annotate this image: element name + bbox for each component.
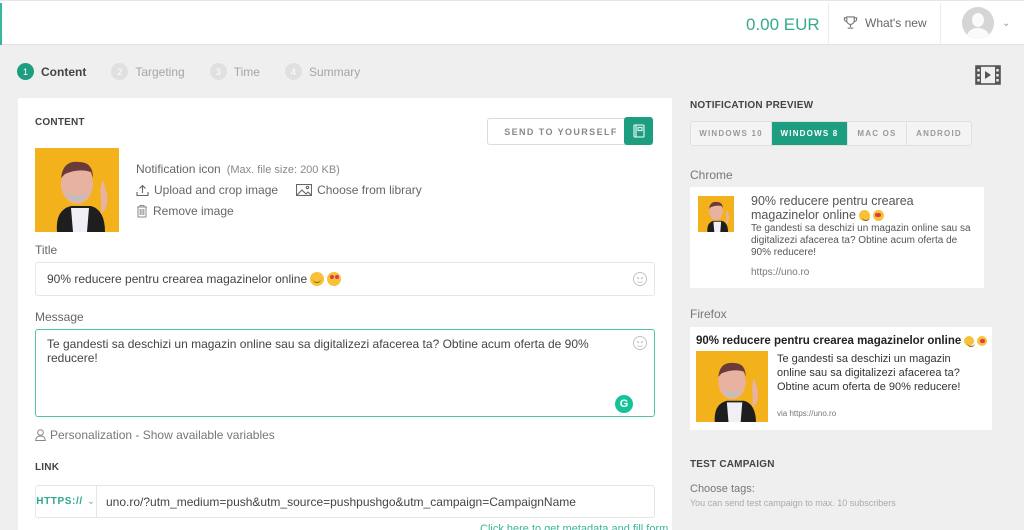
personalization-link[interactable]: Personalization - Show available variabl… [35, 428, 275, 442]
emoji-picker-icon[interactable] [633, 336, 647, 350]
tab-windows-8[interactable]: WINDOWS 8 [772, 122, 848, 145]
preview-title: 90% reducere pentru crearea magazinelor … [696, 335, 988, 347]
tab-windows-10[interactable]: WINDOWS 10 [691, 122, 772, 145]
step-label: Summary [308, 64, 361, 79]
library-label: Choose from library [317, 183, 422, 197]
heart-eyes-emoji [327, 272, 342, 286]
user-icon [35, 429, 46, 441]
smile-emoji [310, 272, 325, 286]
message-label: Message [35, 310, 84, 324]
tab-android[interactable]: ANDROID [907, 122, 971, 145]
video-tutorial-icon[interactable] [975, 65, 1001, 85]
whats-new-button[interactable]: What's new [843, 15, 927, 30]
test-campaign-heading: TEST CAMPAIGN [690, 459, 775, 470]
test-campaign-note: You can send test campaign to max. 10 su… [690, 498, 896, 508]
preview-icon-image [696, 351, 768, 422]
title-input[interactable]: 90% reducere pentru crearea magazinelor … [35, 262, 655, 296]
templates-button[interactable] [624, 117, 653, 145]
top-bar: 0.00 EUR What's new ⌄ [0, 0, 1024, 45]
chrome-label: Chrome [690, 168, 733, 182]
os-tabs: WINDOWS 10 WINDOWS 8 MAC OS ANDROID [690, 121, 972, 146]
protocol-select[interactable]: HTTPS:// ⌄ [36, 486, 97, 517]
icon-label: Notification icon [136, 162, 221, 176]
step-number: 3 [209, 63, 227, 80]
preview-title: 90% reducere pentru crearea magazinelor … [751, 194, 914, 222]
whats-new-label: What's new [865, 15, 927, 30]
preview-url: https://uno.ro [751, 267, 810, 278]
chrome-notification-preview: 90% reducere pentru crearea magazinelor … [690, 187, 984, 288]
message-textarea[interactable]: Te gandesti sa deschizi un magazin onlin… [35, 329, 655, 417]
step-number: 1 [17, 63, 34, 80]
title-label: Title [35, 243, 58, 257]
get-metadata-link[interactable]: Click here to get metadata and fill form [480, 523, 668, 530]
personalization-label: Personalization - Show available variabl… [50, 428, 275, 442]
account-balance: 0.00 EUR [746, 15, 820, 34]
step-label: Time [233, 64, 260, 79]
chevron-down-icon: ⌄ [86, 496, 96, 507]
step-targeting[interactable]: 2 Targeting [111, 63, 185, 80]
send-to-yourself-button[interactable]: SEND TO YOURSELF [487, 118, 635, 145]
url-input[interactable]: uno.ro/?utm_medium=push&utm_source=pushp… [97, 486, 654, 517]
wizard-steps: 1 Content 2 Targeting 3 Time 4 Summary [17, 63, 385, 80]
step-label: Content [41, 64, 87, 79]
step-number: 2 [111, 63, 129, 80]
link-field: HTTPS:// ⌄ uno.ro/?utm_medium=push&utm_s… [35, 485, 655, 518]
firefox-notification-preview: 90% reducere pentru crearea magazinelor … [690, 327, 992, 430]
user-menu[interactable]: ⌄ [962, 7, 1010, 39]
divider [828, 3, 829, 45]
accent-edge [0, 3, 2, 45]
tab-mac-os[interactable]: MAC OS [848, 122, 907, 145]
upload-crop-button[interactable]: Upload and crop image [136, 183, 278, 197]
link-heading: LINK [35, 462, 60, 473]
trash-icon [137, 205, 147, 218]
section-heading: CONTENT [35, 117, 85, 128]
message-value: Te gandesti sa deschizi un magazin onlin… [47, 337, 589, 365]
remove-image-button[interactable]: Remove image [136, 204, 234, 218]
choose-tags-label: Choose tags: [690, 483, 755, 495]
title-value: 90% reducere pentru crearea magazinelor … [47, 272, 308, 286]
preview-icon-image [698, 196, 734, 232]
protocol-value: HTTPS:// [36, 496, 83, 507]
upload-icon [136, 184, 149, 196]
icon-info: Notification icon (Max. file size: 200 KB… [136, 162, 340, 176]
step-number: 4 [284, 63, 302, 80]
emoji-picker-icon[interactable] [633, 272, 647, 286]
remove-label: Remove image [153, 204, 234, 218]
step-time[interactable]: 3 Time [209, 63, 260, 80]
image-library-icon [296, 184, 313, 196]
preview-heading: NOTIFICATION PREVIEW [690, 100, 814, 111]
grammarly-icon[interactable]: G [615, 395, 633, 413]
preview-message: Te gandesti sa deschizi un magazin onlin… [751, 223, 971, 258]
avatar [962, 7, 994, 39]
step-content[interactable]: 1 Content [17, 63, 86, 80]
divider [940, 3, 941, 45]
upload-label: Upload and crop image [154, 183, 279, 197]
choose-library-button[interactable]: Choose from library [296, 183, 422, 197]
step-label: Targeting [135, 64, 185, 79]
preview-url: via https://uno.ro [777, 409, 837, 418]
step-summary[interactable]: 4 Summary [284, 63, 361, 80]
content-card: CONTENT SEND TO YOURSELF Notification ic… [18, 98, 672, 530]
trophy-icon [843, 16, 858, 29]
chevron-down-icon: ⌄ [1002, 17, 1011, 29]
firefox-label: Firefox [690, 307, 727, 321]
preview-message: Te gandesti sa deschizi un magazin onlin… [777, 353, 961, 393]
book-icon [632, 124, 645, 138]
file-size-hint: (Max. file size: 200 KB) [226, 164, 340, 176]
notification-icon-image [35, 148, 119, 232]
